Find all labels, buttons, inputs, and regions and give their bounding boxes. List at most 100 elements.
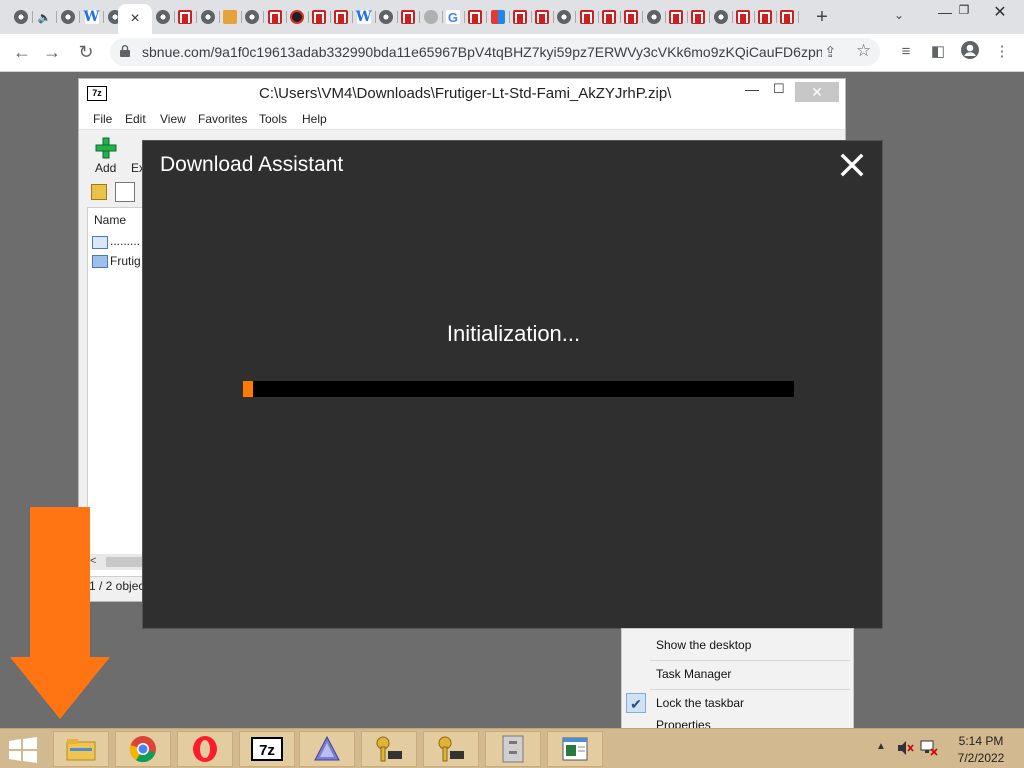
browser-tab[interactable]	[331, 5, 354, 29]
window-minimize-button[interactable]: —	[934, 4, 956, 24]
browser-menu-icon[interactable]: ⋮	[990, 40, 1014, 64]
media-control-icon[interactable]: ≡	[894, 40, 918, 64]
add-plus-icon[interactable]	[95, 137, 117, 159]
browser-tab[interactable]	[554, 5, 577, 29]
globe-favicon-icon	[61, 10, 75, 24]
browser-tab[interactable]	[711, 5, 733, 29]
sevenzip-maximize-button[interactable]: ☐	[773, 81, 785, 97]
browser-tab[interactable]	[309, 5, 332, 29]
active-tab[interactable]: ×	[118, 4, 152, 34]
globe-favicon-icon	[14, 10, 28, 24]
browser-tab[interactable]	[644, 5, 666, 29]
list-item[interactable]: Frutig	[110, 254, 141, 268]
browser-tab[interactable]	[175, 5, 198, 29]
tray-expand-icon[interactable]: ▲	[876, 741, 886, 752]
orange-down-arrow-icon	[10, 507, 110, 719]
taskbar-archive-app[interactable]	[485, 731, 541, 767]
browser-tab[interactable]: 🔈	[35, 5, 57, 29]
red-favicon-icon	[602, 10, 616, 24]
taskbar-key-tool[interactable]	[361, 731, 417, 767]
photo-favicon-icon	[222, 10, 237, 24]
browser-tab[interactable]	[376, 5, 398, 29]
globe-favicon-icon	[646, 10, 661, 24]
window-restore-button[interactable]: ❐	[954, 3, 974, 23]
browser-tab[interactable]: W	[82, 5, 104, 29]
browser-tab[interactable]	[287, 5, 309, 29]
browser-tab[interactable]	[265, 5, 287, 29]
taskbar-notepad[interactable]	[547, 731, 603, 767]
browser-tab[interactable]	[510, 5, 532, 29]
browser-tab[interactable]	[421, 5, 443, 29]
sevenzip-close-button[interactable]: ✕	[795, 82, 839, 102]
google-favicon-icon: G	[445, 9, 460, 25]
browser-tab[interactable]	[755, 5, 778, 29]
browser-tab[interactable]	[488, 5, 510, 29]
window-close-button[interactable]: ✕	[988, 2, 1012, 24]
menu-tools[interactable]: Tools	[259, 112, 287, 126]
parent-folder-icon	[92, 236, 108, 249]
sevenzip-minimize-button[interactable]: —	[745, 81, 759, 97]
browser-tab[interactable]	[465, 5, 488, 29]
browser-tab[interactable]	[220, 5, 242, 29]
taskbar-prism-app[interactable]	[299, 731, 355, 767]
menu-item-lock-taskbar[interactable]: Lock the taskbar	[656, 696, 744, 710]
scroll-thumb[interactable]	[106, 557, 146, 567]
menu-view[interactable]: View	[160, 112, 186, 126]
taskbar-file-explorer[interactable]	[53, 731, 109, 767]
reload-button[interactable]: ↻	[74, 40, 98, 64]
browser-tab[interactable]	[599, 5, 621, 29]
clock-date[interactable]: 7/2/2022	[948, 751, 1014, 765]
list-item[interactable]: .........	[110, 234, 140, 248]
column-header-name[interactable]: Name	[94, 213, 126, 227]
menu-edit[interactable]: Edit	[125, 112, 146, 126]
taskbar-key-tool-2[interactable]	[423, 731, 479, 767]
windows-start-icon[interactable]	[8, 737, 38, 763]
menu-divider	[650, 660, 850, 661]
red-favicon-icon	[468, 10, 483, 24]
tab-search-button[interactable]: ⌄	[890, 8, 908, 26]
side-panel-icon[interactable]: ◧	[926, 40, 950, 64]
browser-tab[interactable]	[11, 5, 33, 29]
menu-item-task-manager[interactable]: Task Manager	[656, 667, 731, 681]
menu-item-show-desktop[interactable]: Show the desktop	[656, 638, 751, 652]
archive-cabinet-icon	[502, 735, 524, 763]
browser-tab[interactable]	[733, 5, 755, 29]
menu-file[interactable]: File	[93, 112, 112, 126]
browser-tab[interactable]: W	[354, 5, 376, 29]
menu-favorites[interactable]: Favorites	[198, 112, 247, 126]
taskbar-opera[interactable]	[177, 731, 233, 767]
network-icon[interactable]	[920, 739, 938, 757]
globe-favicon-icon	[713, 10, 728, 24]
browser-tab[interactable]	[153, 5, 175, 29]
share-icon[interactable]: ⇪	[824, 43, 837, 61]
profile-avatar-icon[interactable]	[958, 40, 982, 64]
browser-tab[interactable]	[242, 5, 265, 29]
new-tab-button[interactable]: +	[810, 6, 834, 28]
forward-button[interactable]: →	[40, 40, 64, 64]
browser-tab[interactable]	[688, 5, 711, 29]
add-button-label[interactable]: Add	[95, 161, 116, 175]
browser-tab[interactable]	[621, 5, 644, 29]
taskbar-7zip[interactable]: 7z	[239, 731, 295, 767]
back-button[interactable]: ←	[10, 40, 34, 64]
browser-tab[interactable]	[398, 5, 421, 29]
svg-text:7z: 7z	[259, 742, 275, 759]
menu-help[interactable]: Help	[302, 112, 327, 126]
volume-muted-icon[interactable]	[896, 739, 914, 757]
taskbar-chrome[interactable]	[115, 731, 171, 767]
close-tab-icon[interactable]: ×	[130, 10, 139, 28]
browser-tab[interactable]: G	[443, 5, 465, 29]
clock-time[interactable]: 5:14 PM	[948, 734, 1014, 748]
browser-tab[interactable]	[532, 5, 555, 29]
speaker-favicon-icon: 🔈	[37, 11, 52, 24]
address-bar[interactable]: sbnue.com/9a1f0c19613adab332990bda11e659…	[110, 38, 880, 66]
browser-tab[interactable]	[58, 5, 80, 29]
browser-tab[interactable]	[198, 5, 220, 29]
bookmark-star-icon[interactable]: ☆	[856, 41, 871, 61]
folder-up-icon[interactable]	[91, 184, 107, 200]
browser-tab[interactable]	[666, 5, 688, 29]
wiki-favicon-icon: W	[83, 9, 100, 25]
browser-tab[interactable]	[577, 5, 599, 29]
browser-tab[interactable]	[777, 5, 800, 29]
close-icon[interactable]	[839, 152, 865, 178]
